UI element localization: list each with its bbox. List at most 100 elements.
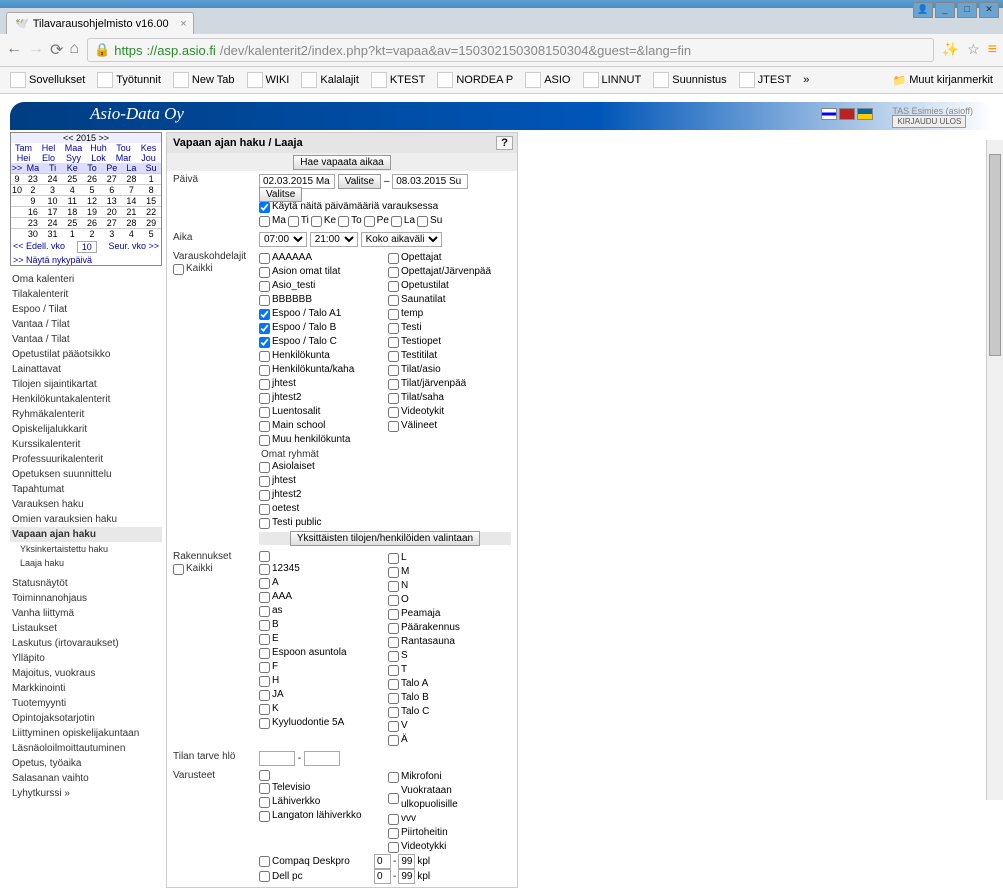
check-item[interactable] xyxy=(259,770,382,781)
bookmark-item[interactable]: WIKI xyxy=(243,70,294,90)
check-item[interactable]: BBBBBB xyxy=(259,293,382,307)
reload-icon[interactable]: ⟳ xyxy=(50,40,63,60)
nav-item[interactable]: Toiminnanohjaus xyxy=(10,591,162,606)
tab-close-icon[interactable]: × xyxy=(180,18,186,30)
check-item[interactable]: Lähiverkko xyxy=(259,795,382,809)
check-item[interactable]: Tilat/saha xyxy=(388,391,511,405)
check-item[interactable]: Videotykit xyxy=(388,405,511,419)
time-range-select[interactable]: Koko aikaväli xyxy=(361,232,442,247)
check-item[interactable]: Luentosalit xyxy=(259,405,382,419)
cal-month[interactable]: Tam xyxy=(11,143,36,153)
check-item[interactable]: jhtest2 xyxy=(259,488,511,502)
nav-item[interactable]: Listaukset xyxy=(10,621,162,636)
check-item[interactable]: Testi xyxy=(388,321,511,335)
cal-day[interactable]: 28 xyxy=(122,217,142,228)
magic-icon[interactable]: ✨ xyxy=(942,41,959,59)
nav-item[interactable]: Yksinkertaistettu haku xyxy=(18,542,162,556)
cal-month[interactable]: Elo xyxy=(36,153,61,163)
check-item[interactable]: Henkilökunta/kaha xyxy=(259,363,382,377)
cal-day[interactable]: 3 xyxy=(43,184,63,195)
cal-month[interactable]: Huh xyxy=(86,143,111,153)
cal-month[interactable]: Syy xyxy=(61,153,86,163)
check-item[interactable]: Asio_testi xyxy=(259,279,382,293)
nav-item[interactable]: Opetus, työaika xyxy=(10,756,162,771)
cal-day[interactable]: 30 xyxy=(23,228,43,239)
check-item[interactable]: Espoon asuntola xyxy=(259,646,382,660)
check-item[interactable]: Kyyluodontie 5A xyxy=(259,716,382,730)
nav-item[interactable]: Opetuksen suunnittelu xyxy=(10,467,162,482)
check-item[interactable]: Testiopet xyxy=(388,335,511,349)
cal-day[interactable]: 15 xyxy=(141,195,161,206)
cal-day[interactable]: 31 xyxy=(43,228,63,239)
check-item[interactable]: Testi public xyxy=(259,516,511,530)
cal-day[interactable]: 19 xyxy=(82,206,102,217)
flag-fi[interactable] xyxy=(821,108,837,120)
check-item[interactable]: B xyxy=(259,618,382,632)
back-icon[interactable]: ← xyxy=(6,40,22,60)
nav-item[interactable]: Lainattavat xyxy=(10,362,162,377)
cal-prev[interactable]: << Edell. vko xyxy=(13,241,65,253)
cal-month[interactable]: Kes xyxy=(136,143,161,153)
cal-day[interactable]: 11 xyxy=(62,195,82,206)
cal-month[interactable]: Jou xyxy=(136,153,161,163)
lang-flags[interactable] xyxy=(821,108,873,120)
nav-item[interactable]: Opiskelijalukkarit xyxy=(10,422,162,437)
nav-item[interactable]: Tuotemyynti xyxy=(10,696,162,711)
bookmark-item[interactable]: Sovellukset xyxy=(6,70,89,90)
bookmark-item[interactable]: KTEST xyxy=(367,70,429,90)
check-item[interactable]: Talo A xyxy=(388,677,511,691)
cal-day[interactable]: 10 xyxy=(11,184,23,195)
cal-day[interactable] xyxy=(11,195,23,206)
use-dates-check[interactable] xyxy=(259,202,270,213)
check-item[interactable]: Asion omat tilat xyxy=(259,265,382,279)
cal-day[interactable]: 9 xyxy=(11,173,23,184)
cal-day[interactable] xyxy=(11,206,23,217)
bookmark-item[interactable]: Suunnistus xyxy=(649,70,730,90)
check-item[interactable]: vvv xyxy=(388,812,511,826)
check-item[interactable]: L xyxy=(388,551,511,565)
cal-day[interactable]: 2 xyxy=(82,228,102,239)
cal-day[interactable]: 23 xyxy=(23,217,43,228)
cal-day[interactable] xyxy=(11,217,23,228)
mini-calendar[interactable]: << 2015 >> TamHelMaaHuhTouKesHeiEloSyyLo… xyxy=(10,132,162,266)
day-check[interactable]: Ma xyxy=(259,214,286,228)
cal-month[interactable]: Mar xyxy=(111,153,136,163)
check-item[interactable]: Videotykki xyxy=(388,840,511,854)
nav-item[interactable]: Omien varauksien haku xyxy=(10,512,162,527)
check-item[interactable]: Asiolaiset xyxy=(259,460,511,474)
cal-day[interactable]: 8 xyxy=(141,184,161,195)
win-close[interactable]: ✕ xyxy=(979,2,999,18)
nav-item[interactable]: Henkilökuntakalenterit xyxy=(10,392,162,407)
check-item[interactable] xyxy=(259,551,382,562)
browser-tab[interactable]: 🕊️ Tilavarausohjelmisto v16.00 × xyxy=(6,12,194,34)
cal-month[interactable]: Hel xyxy=(36,143,61,153)
check-item[interactable]: Opettajat xyxy=(388,251,511,265)
check-item[interactable]: as xyxy=(259,604,382,618)
cal-day[interactable]: 4 xyxy=(62,184,82,195)
time-to-select[interactable]: 21:00 xyxy=(310,232,358,247)
day-check[interactable]: La xyxy=(391,214,415,228)
check-item[interactable]: Välineet xyxy=(388,419,511,433)
cal-month[interactable]: Hei xyxy=(11,153,36,163)
check-item[interactable]: 12345 xyxy=(259,562,382,576)
win-min[interactable]: _ xyxy=(935,2,955,18)
nav-item[interactable]: Statusnäytöt xyxy=(10,576,162,591)
cal-day[interactable]: 1 xyxy=(62,228,82,239)
bookmark-item[interactable]: Kalalajit xyxy=(297,70,363,90)
scrollbar[interactable] xyxy=(986,140,1003,800)
time-from-select[interactable]: 07:00 xyxy=(259,232,307,247)
nav-item[interactable]: Opintojaksotarjotin xyxy=(10,711,162,726)
check-item[interactable]: jhtest xyxy=(259,377,382,391)
bookmark-item[interactable]: Työtunnit xyxy=(93,70,165,90)
nav-item[interactable]: Ylläpito xyxy=(10,651,162,666)
cal-month[interactable]: Lok xyxy=(86,153,111,163)
cal-today[interactable]: >> Näytä nykypäivä xyxy=(11,255,161,265)
url-input[interactable]: 🔒 https ://asp.asio.fi /dev/kalenterit2/… xyxy=(87,38,934,62)
check-item[interactable]: jhtest2 xyxy=(259,391,382,405)
day-check[interactable]: Pe xyxy=(364,214,389,228)
check-item[interactable]: H xyxy=(259,674,382,688)
check-item[interactable]: Langaton lähiverkko xyxy=(259,809,382,823)
cal-day[interactable]: 27 xyxy=(102,173,122,184)
nav-item[interactable]: Vanha liittymä xyxy=(10,606,162,621)
rak-all-check[interactable] xyxy=(173,564,184,575)
